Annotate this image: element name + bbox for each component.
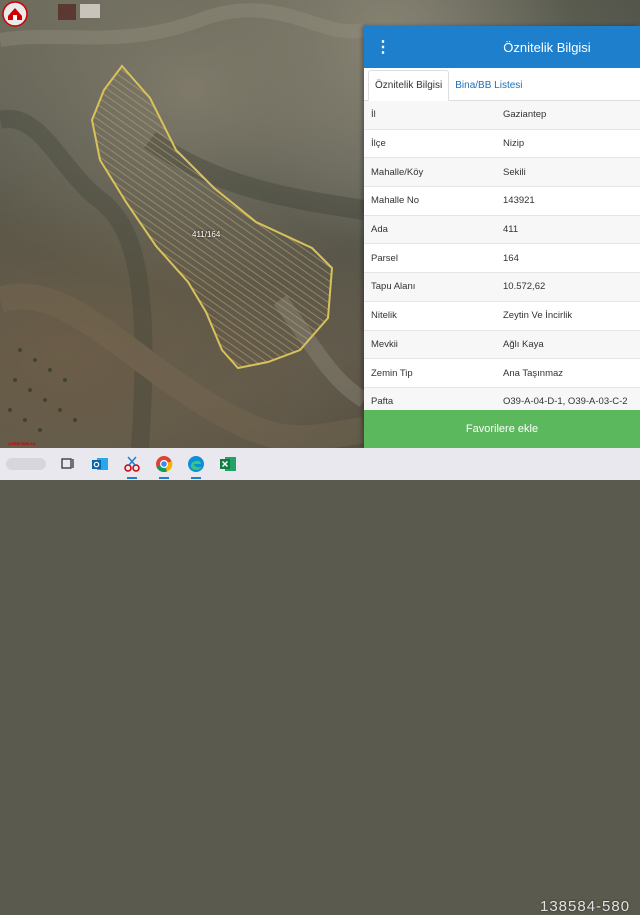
row-key: İl [371,109,376,121]
row-key: Mevkii [371,338,398,350]
attribute-panel: ⋮ Öznitelik Bilgisi Öznitelik Bilgisi Bi… [364,26,640,448]
agency-logo-text: ÇARŞI EMLAK [8,441,36,446]
search-bar-icon[interactable] [6,457,46,471]
row-value: Sekili [503,166,526,178]
panel-header: ⋮ Öznitelik Bilgisi [364,26,640,68]
row-key: Tapu Alanı [371,281,416,293]
row-key: Nitelik [371,310,397,322]
row-key: Parsel [371,252,398,264]
parcel-number-label: 411/164 [192,230,221,239]
table-row: İlçe Nizip [364,130,640,159]
table-row: İl Gaziantep [364,101,640,130]
taskbar: 138584-580 [0,448,640,915]
row-value: Ana Taşınmaz [503,367,564,379]
chrome-icon[interactable] [148,448,180,480]
row-value: 143921 [503,195,535,207]
table-row: Mevkii Ağlı Kaya [364,330,640,360]
parcel-outline [90,64,334,370]
row-key: Pafta [371,396,394,408]
panel-tabs: Öznitelik Bilgisi Bina/BB Listesi [364,68,640,101]
row-value: Zeytin Ve İncirlik [503,310,573,322]
row-key: Mahalle/Köy [371,166,424,178]
row-key: Mahalle No [371,195,420,207]
table-row: Zemin Tip Ana Taşınmaz [364,359,640,388]
excel-icon[interactable] [212,448,244,480]
table-row: Parsel 164 [364,244,640,274]
table-row: Mahalle/Köy Sekili [364,158,640,188]
add-favorite-button[interactable]: Favorilere ekle [364,410,640,448]
row-value: Gaziantep [503,109,547,121]
outlook-icon[interactable] [84,448,116,480]
listing-watermark: 138584-580 [540,898,631,915]
tab-building-list[interactable]: Bina/BB Listesi [449,71,528,100]
row-value: O39-A-04-D-1, O39-A-03-C-2 [503,396,628,408]
table-row: Nitelik Zeytin Ve İncirlik [364,302,640,331]
tab-attributes[interactable]: Öznitelik Bilgisi [368,70,450,101]
agency-logo-icon [2,1,28,27]
table-row: Ada 411 [364,215,640,245]
row-value: Nizip [503,138,525,150]
row-value: 164 [503,252,519,264]
table-row: Mahalle No 143921 [364,187,640,216]
table-row: Tapu Alanı 10.572,62 [364,273,640,302]
attribute-table: İl Gaziantep İlçe Nizip Mahalle/Köy Sekili … [364,101,640,417]
edge-icon[interactable] [180,448,212,480]
row-value: 10.572,62 [503,281,546,293]
row-key: Zemin Tip [371,367,413,379]
task-view-icon[interactable] [52,448,84,480]
row-value: Ağlı Kaya [503,338,544,350]
row-key: İlçe [371,138,386,150]
panel-title: Öznitelik Bilgisi [503,39,591,55]
row-key: Ada [371,224,388,236]
row-value: 411 [503,224,519,236]
snip-tool-icon[interactable] [116,448,148,480]
